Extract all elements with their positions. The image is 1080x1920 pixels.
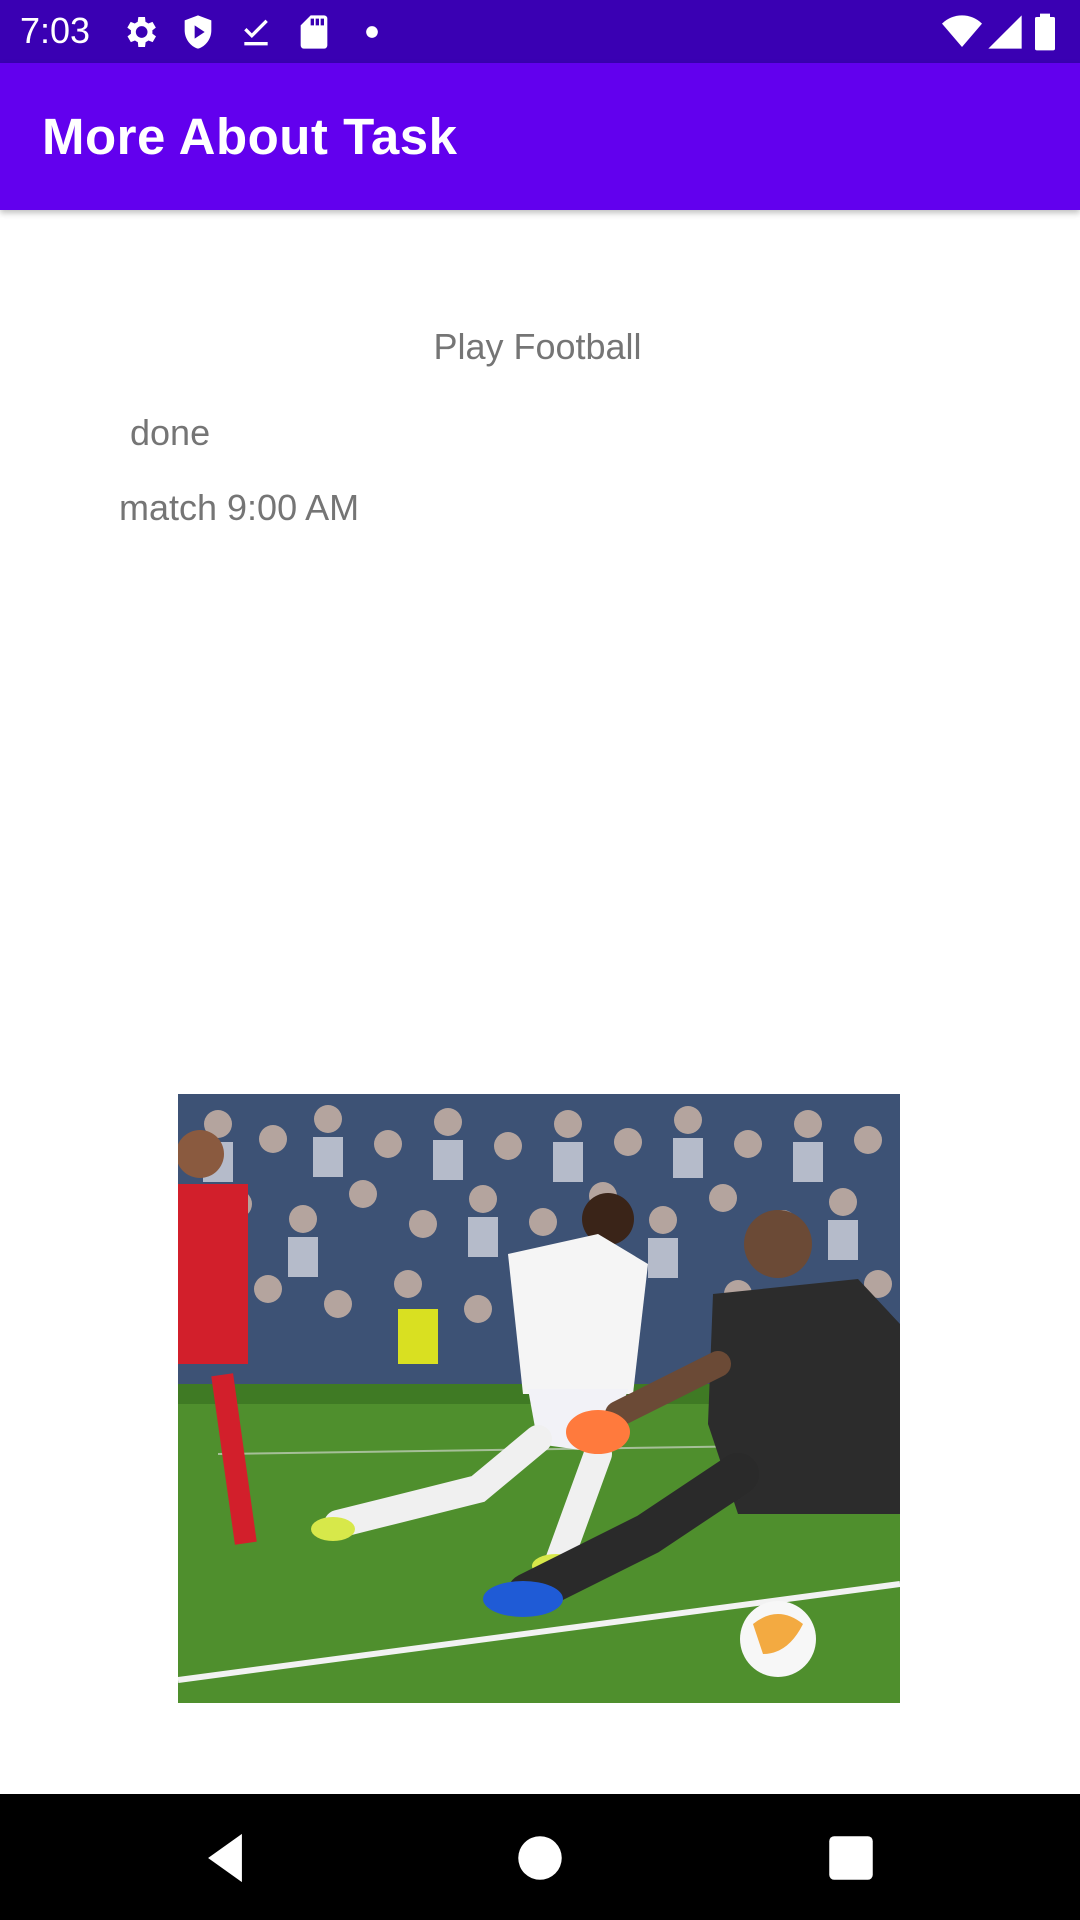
task-description: match 9:00 AM — [119, 487, 360, 528]
task-title: Play Football — [433, 326, 642, 367]
back-icon[interactable] — [196, 1829, 254, 1887]
settings-icon — [120, 12, 160, 52]
page-title: More About Task — [42, 108, 458, 165]
status-time: 7:03 — [20, 10, 91, 51]
sd-card-icon — [294, 12, 334, 52]
recents-icon[interactable] — [822, 1829, 880, 1887]
shield-play-icon — [178, 12, 218, 52]
battery-icon — [1030, 12, 1060, 52]
download-done-icon — [236, 12, 276, 52]
app-bar: More About Task — [0, 63, 1080, 210]
home-icon[interactable] — [511, 1829, 569, 1887]
task-status: done — [130, 412, 211, 453]
navigation-bar — [0, 1794, 1080, 1920]
dot-icon — [352, 12, 392, 52]
status-bar: 7:03 — [0, 0, 1080, 63]
wifi-icon — [942, 12, 982, 52]
task-image — [178, 1094, 900, 1703]
signal-icon — [985, 12, 1025, 52]
